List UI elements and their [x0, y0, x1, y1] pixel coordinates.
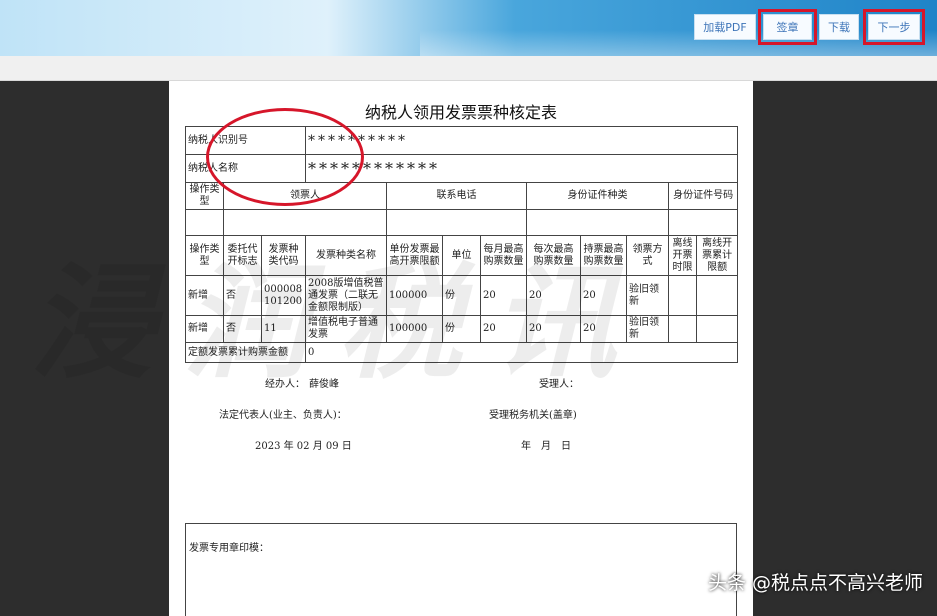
- invoice-header: 发票种类代码: [260, 235, 307, 276]
- seal-box: 发票专用章印模：: [185, 523, 737, 616]
- invoice-header: 单份发票最高开票限额: [386, 235, 444, 276]
- legal-rep-label: 法定代表人(业主、负责人)：: [219, 410, 347, 421]
- taxpayer-name-value: ************: [305, 154, 739, 183]
- invoice-header: 每次最高购票数量: [526, 235, 582, 276]
- invoice-header: 领票方式: [626, 235, 670, 276]
- quota-value: 0: [305, 342, 739, 363]
- receiver-label: 受理人：: [539, 379, 579, 390]
- holder-cell: [222, 209, 388, 236]
- invoice-header: 持票最高购票数量: [580, 235, 628, 276]
- table-row: 新增 否 11 增值税电子普通发票 100000 份 20 20 20 验旧领新: [185, 315, 739, 343]
- next-step-button[interactable]: 下一步: [863, 9, 925, 45]
- invoice-header: 每月最高购票数量: [480, 235, 528, 276]
- holder-header: 联系电话: [386, 182, 528, 210]
- cell: [696, 275, 739, 316]
- quota-label: 定额发票累计购票金额: [184, 342, 307, 363]
- table-row: 新增 否 000008101200 2008版增值税普通发票（二联无金额限制版）…: [185, 275, 739, 316]
- invoice-header: 离线开票时限: [668, 235, 698, 276]
- cell: 新增: [185, 275, 224, 316]
- handler-value: 薛俊峰: [309, 379, 339, 390]
- handler-label: 经办人：: [265, 379, 305, 390]
- cell: 份: [442, 275, 482, 316]
- holder-cell: [526, 209, 670, 236]
- cell: 000008101200: [260, 275, 307, 316]
- cell: 否: [223, 315, 262, 343]
- date-left: 2023 年 02 月 09 日: [255, 441, 352, 452]
- holder-cell: [185, 209, 224, 236]
- cell: [668, 275, 698, 316]
- holder-header: 身份证件号码: [668, 182, 739, 210]
- cell: 份: [442, 315, 482, 343]
- invoice-header: 单位: [442, 235, 482, 276]
- banner-mountains: [420, 30, 937, 56]
- cell: 20: [580, 315, 628, 343]
- author-credit: 头条 @税点点不高兴老师: [707, 572, 923, 594]
- holder-cell: [668, 209, 739, 236]
- cell: 验旧领新: [626, 315, 670, 343]
- cell: 2008版增值税普通发票（二联无金额限制版）: [305, 275, 388, 316]
- cell: 20: [580, 275, 628, 316]
- cell: [668, 315, 698, 343]
- date-right: 年 月 日: [521, 441, 571, 452]
- seal-label: 发票专用章印模：: [189, 543, 269, 554]
- tax-office-label: 受理税务机关(盖章): [489, 410, 577, 421]
- invoice-header: 离线开票累计限额: [696, 235, 739, 276]
- cell: 100000: [386, 275, 444, 316]
- cell: 11: [260, 315, 307, 343]
- viewer-toolbar-strip: [0, 56, 937, 81]
- cell: 20: [526, 315, 582, 343]
- cell: 20: [526, 275, 582, 316]
- invoice-header: 委托代开标志: [223, 235, 262, 276]
- cell: 验旧领新: [626, 275, 670, 316]
- invoice-header: 操作类型: [185, 235, 224, 276]
- sign-button[interactable]: 签章: [758, 9, 817, 45]
- cell: 否: [223, 275, 262, 316]
- taxpayer-id-value: **********: [305, 126, 739, 155]
- cell: 新增: [185, 315, 224, 343]
- cell: 增值税电子普通发票: [305, 315, 388, 343]
- holder-header: 操作类型: [185, 182, 224, 210]
- invoice-header: 发票种类名称: [305, 235, 388, 276]
- cell: 20: [480, 275, 528, 316]
- download-button[interactable]: 下载: [819, 14, 859, 40]
- holder-header: 身份证件种类: [526, 182, 670, 210]
- load-pdf-button[interactable]: 加载PDF: [694, 14, 756, 40]
- cell: [696, 315, 739, 343]
- cell: 20: [480, 315, 528, 343]
- highlight-circle: [206, 108, 364, 206]
- holder-cell: [386, 209, 528, 236]
- cell: 100000: [386, 315, 444, 343]
